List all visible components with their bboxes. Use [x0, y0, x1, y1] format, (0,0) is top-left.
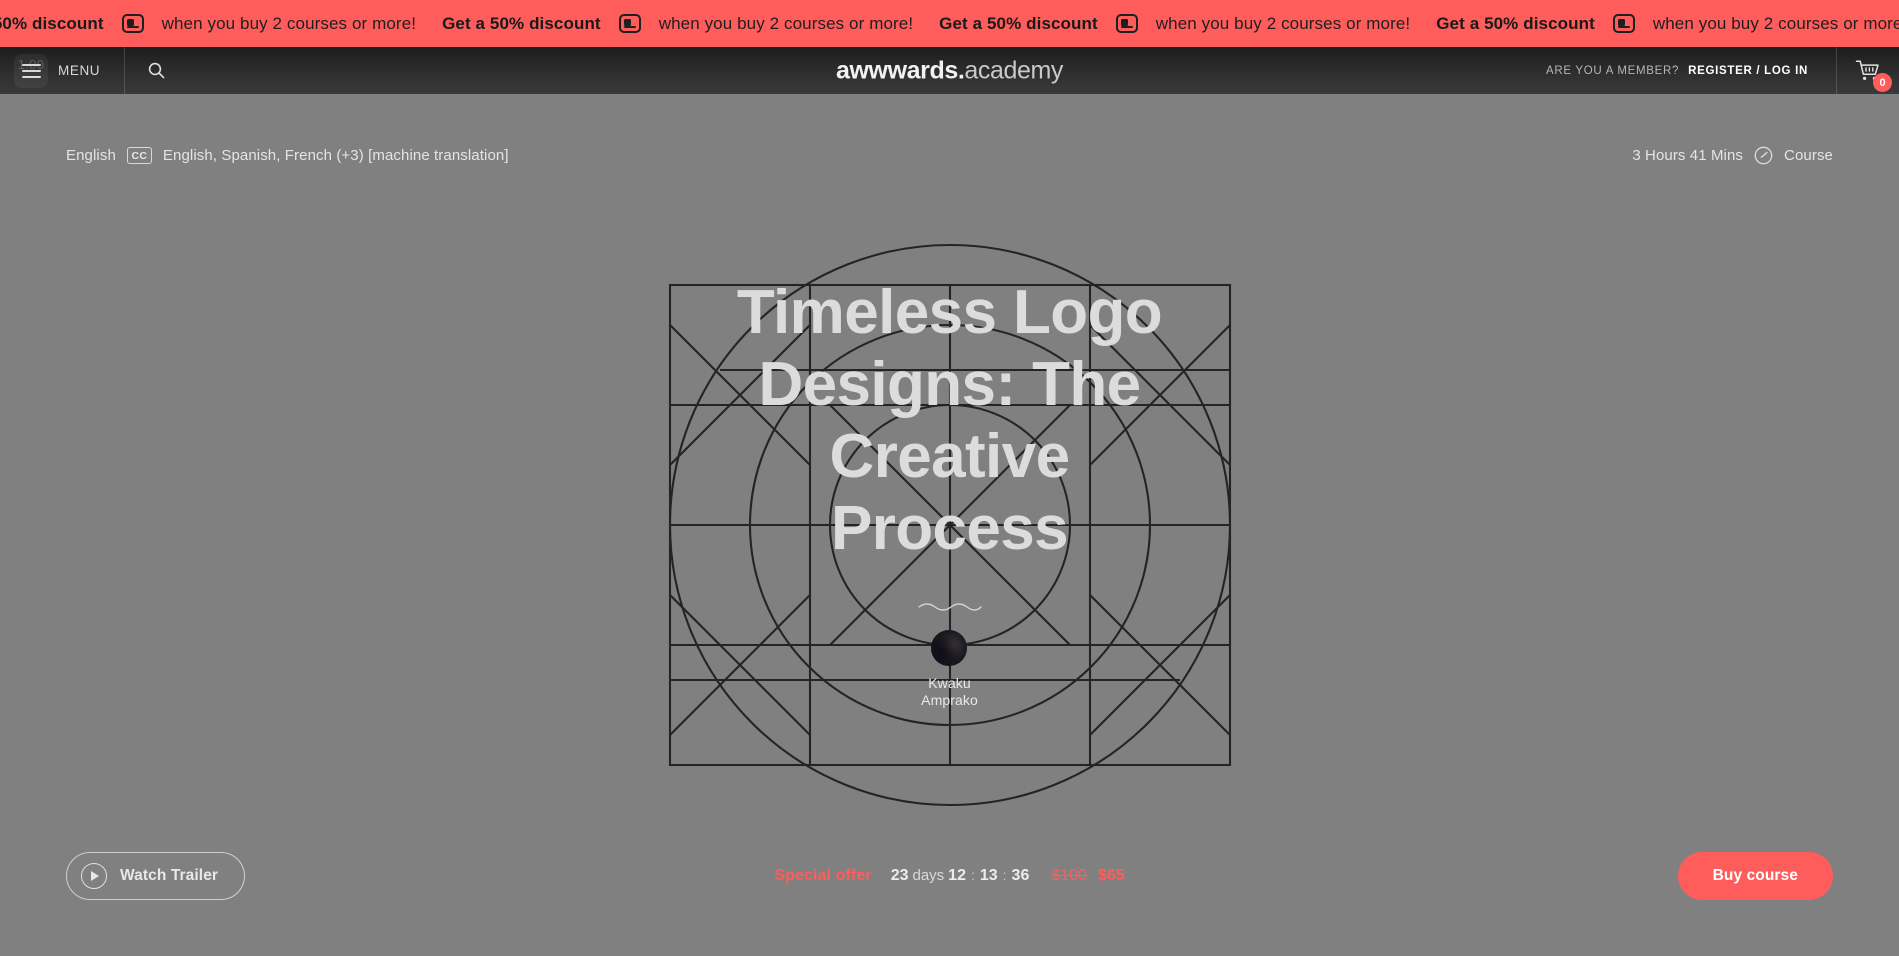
- promo-strong-text-1: Get a 50% discount: [442, 13, 601, 33]
- course-meta-row: English CC English, Spanish, French (+3)…: [0, 146, 1899, 165]
- hamburger-icon: 1.00: [14, 53, 48, 88]
- countdown-colon-1: :: [970, 867, 975, 883]
- promo-strong-text-2: Get a 50% discount: [939, 13, 1098, 33]
- watch-trailer-button[interactable]: Watch Trailer: [66, 852, 246, 900]
- menu-button[interactable]: 1.00 MENU: [0, 47, 124, 94]
- brand-name-light: academy: [964, 56, 1064, 84]
- cart-button[interactable]: 0: [1837, 47, 1899, 94]
- countdown-minutes: 13: [979, 867, 998, 884]
- promo-light-text-0: when you buy 2 courses or more!: [161, 13, 417, 33]
- author-avatar: [931, 629, 968, 666]
- course-author[interactable]: Kwaku Amprako: [921, 629, 978, 709]
- play-icon: [81, 863, 107, 889]
- course-duration: 3 Hours 41 Mins: [1632, 147, 1744, 164]
- closed-caption-icon: CC: [126, 147, 152, 164]
- countdown-colon-2: :: [1002, 867, 1007, 883]
- menu-label: MENU: [58, 63, 101, 78]
- countdown-days-word: days: [912, 867, 945, 884]
- promo-strong-text-0: Get a 50% discount: [0, 13, 104, 33]
- content-type: Course: [1784, 147, 1833, 164]
- clock-icon: [1754, 146, 1773, 165]
- ticket-smiley-icon: [121, 14, 144, 33]
- header-right-group: ARE YOU A MEMBER? REGISTER / LOG IN 0: [1546, 47, 1899, 94]
- promo-banner: Get a 50% discount when you buy 2 course…: [0, 0, 1899, 47]
- site-header: 1.00 MENU awwwards.academy ARE YOU A MEM…: [0, 47, 1899, 94]
- promo-strong-text-3: Get a 50% discount: [1436, 13, 1595, 33]
- language-meta-group: English CC English, Spanish, French (+3)…: [66, 147, 509, 164]
- countdown-hours: 12: [948, 867, 966, 884]
- hero-center-block: Timeless Logo Designs: The Creative Proc…: [0, 94, 1899, 956]
- promo-light-text-3: when you buy 2 courses or more!: [1652, 13, 1899, 33]
- squiggle-divider: [917, 603, 982, 611]
- author-first-name: Kwaku: [928, 674, 971, 691]
- search-button[interactable]: [125, 47, 187, 94]
- primary-language: English: [66, 147, 116, 164]
- current-price: $65: [1097, 867, 1125, 884]
- hero-action-bar: Watch Trailer Special offer 23 days 12 :…: [0, 852, 1899, 900]
- duration-meta-group: 3 Hours 41 Mins Course: [1632, 146, 1833, 165]
- header-left-group: 1.00 MENU: [0, 47, 187, 94]
- hero-section: English CC English, Spanish, French (+3)…: [0, 94, 1899, 956]
- promo-marquee-track: Get a 50% discount when you buy 2 course…: [0, 14, 1899, 34]
- buy-course-button[interactable]: Buy course: [1677, 852, 1833, 900]
- promo-light-text-2: when you buy 2 courses or more!: [1155, 13, 1411, 33]
- countdown-seconds: 36: [1011, 867, 1030, 884]
- subtitle-languages: English, Spanish, French (+3) [machine t…: [162, 147, 509, 164]
- course-title: Timeless Logo Designs: The Creative Proc…: [736, 278, 1163, 563]
- special-offer-label: Special offer: [774, 867, 872, 884]
- author-name: Kwaku Amprako: [921, 675, 978, 709]
- ticket-smiley-icon: [618, 14, 641, 33]
- special-offer-block: Special offer 23 days 12 : 13 : 36 $100 …: [774, 867, 1124, 885]
- ticket-smiley-icon: [1115, 14, 1138, 33]
- original-price: $100: [1051, 867, 1087, 884]
- site-logo[interactable]: awwwards.academy: [836, 56, 1063, 85]
- search-icon: [148, 62, 165, 79]
- cart-count-badge: 0: [1873, 73, 1892, 92]
- ticket-smiley-icon: [1612, 14, 1635, 33]
- watch-trailer-label: Watch Trailer: [120, 867, 219, 884]
- brand-name-bold: awwwards.: [835, 56, 965, 84]
- register-login-link[interactable]: REGISTER / LOG IN: [1688, 65, 1808, 77]
- author-last-name: Amprako: [921, 691, 978, 708]
- countdown-days: 23: [890, 867, 909, 884]
- member-prompt: ARE YOU A MEMBER?: [1545, 64, 1680, 77]
- promo-light-text-1: when you buy 2 courses or more!: [658, 13, 914, 33]
